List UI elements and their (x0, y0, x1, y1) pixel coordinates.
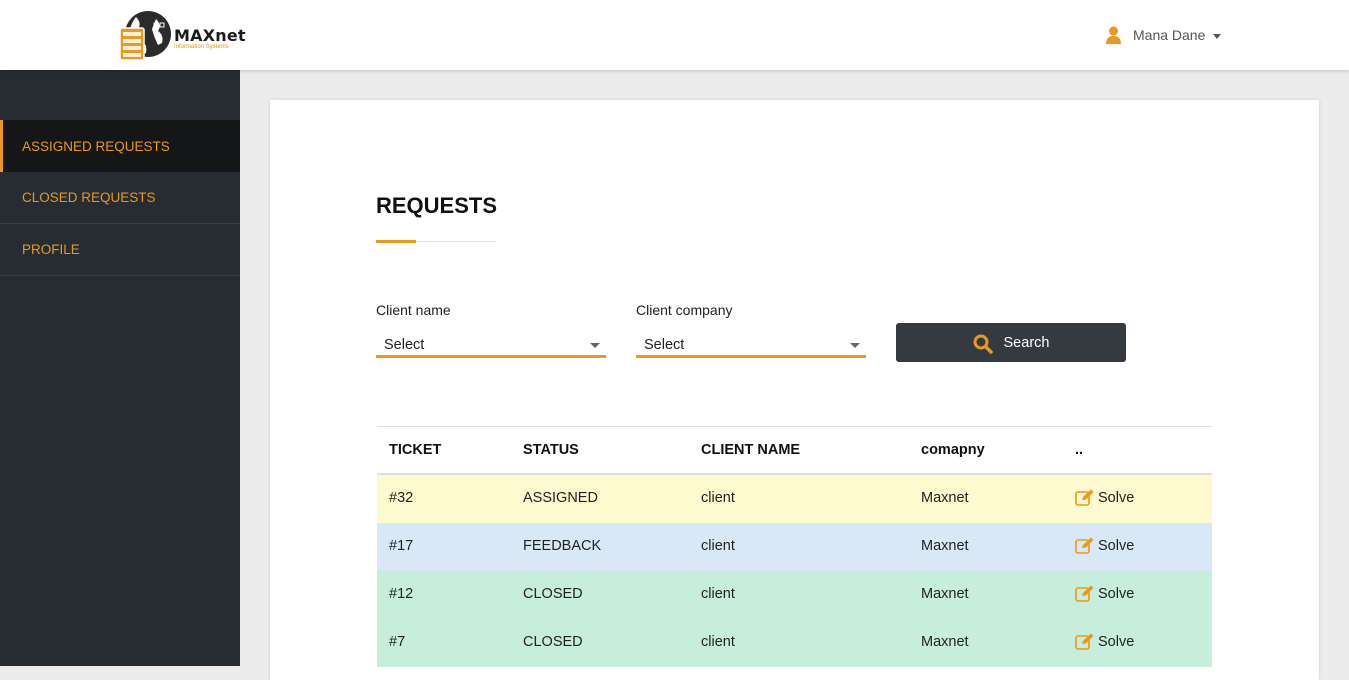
client-name-select-value: Select (384, 337, 425, 353)
edit-icon (1075, 489, 1094, 506)
user-name: Mana Dane (1133, 27, 1206, 43)
table-row: #7 CLOSED client Maxnet Solve (377, 619, 1212, 667)
column-header-ticket[interactable]: TICKET (389, 442, 441, 458)
search-button[interactable]: Search (896, 323, 1126, 362)
top-navbar: MAXnet Information Systems Mana Dane (0, 0, 1349, 70)
ticket-cell: #17 (389, 538, 414, 554)
edit-icon (1075, 633, 1094, 650)
solve-button[interactable]: Solve (1075, 633, 1134, 651)
solve-button[interactable]: Solve (1075, 537, 1134, 555)
chevron-down-icon (1213, 33, 1222, 39)
user-menu[interactable]: Mana Dane (1106, 24, 1222, 46)
requests-table: TICKET STATUS CLIENT NAME comapny .. #32… (377, 426, 1212, 667)
company-cell: Maxnet (921, 586, 969, 602)
solve-button[interactable]: Solve (1075, 585, 1134, 603)
company-cell: Maxnet (921, 490, 969, 506)
client-name-cell: client (701, 586, 735, 602)
status-cell: FEEDBACK (523, 538, 602, 554)
logo-subtext: Information Systems (174, 44, 229, 50)
company-cell: Maxnet (921, 634, 969, 650)
status-cell: ASSIGNED (523, 490, 598, 506)
company-cell: Maxnet (921, 538, 969, 554)
column-header-actions: .. (1075, 442, 1084, 458)
column-header-company[interactable]: comapny (921, 442, 985, 458)
column-header-client-name[interactable]: CLIENT NAME (701, 442, 800, 458)
client-name-cell: client (701, 538, 735, 554)
search-icon (973, 334, 993, 354)
table-row: #12 CLOSED client Maxnet Solve (377, 571, 1212, 619)
requests-card: REQUESTS Client name Select Client compa… (270, 100, 1319, 680)
page-title: REQUESTS (376, 193, 498, 218)
client-company-select-value: Select (644, 337, 685, 353)
client-company-select[interactable]: Select (636, 332, 866, 358)
maxnet-logo[interactable]: MAXnet Information Systems (118, 9, 250, 63)
sidebar-item-label: CLOSED REQUESTS (22, 190, 156, 205)
sidebar-item-assigned-requests[interactable]: ASSIGNED REQUESTS (0, 120, 240, 172)
solve-label: Solve (1098, 634, 1135, 650)
ticket-cell: #12 (389, 586, 414, 602)
logo-text: MAXnet (174, 26, 246, 45)
sidebar: ASSIGNED REQUESTS CLOSED REQUESTS PROFIL… (0, 70, 240, 666)
client-name-cell: client (701, 634, 735, 650)
table-row: #17 FEEDBACK client Maxnet Solve (377, 523, 1212, 571)
status-cell: CLOSED (523, 586, 583, 602)
user-icon (1106, 26, 1121, 44)
solve-label: Solve (1098, 586, 1135, 602)
dropdown-arrow-icon (590, 343, 600, 348)
column-header-status[interactable]: STATUS (523, 442, 579, 458)
sidebar-item-label: ASSIGNED REQUESTS (22, 138, 170, 154)
sidebar-item-profile[interactable]: PROFILE (0, 224, 240, 276)
table-row: #32 ASSIGNED client Maxnet Solve (377, 475, 1212, 523)
dropdown-arrow-icon (850, 343, 860, 348)
edit-icon (1075, 585, 1094, 602)
client-name-cell: client (701, 490, 735, 506)
sidebar-item-label: PROFILE (22, 242, 80, 257)
solve-label: Solve (1098, 490, 1135, 506)
title-divider-accent (376, 240, 416, 243)
solve-button[interactable]: Solve (1075, 489, 1134, 507)
ticket-cell: #32 (389, 490, 414, 506)
status-cell: CLOSED (523, 634, 583, 650)
ticket-cell: #7 (389, 634, 406, 650)
globe-server-logo-icon (119, 11, 171, 61)
client-name-label: Client name (376, 302, 451, 318)
search-button-label: Search (1003, 334, 1050, 351)
table-header: TICKET STATUS CLIENT NAME comapny .. (377, 426, 1212, 475)
sidebar-item-closed-requests[interactable]: CLOSED REQUESTS (0, 172, 240, 224)
client-name-select[interactable]: Select (376, 332, 606, 358)
edit-icon (1075, 537, 1094, 554)
solve-label: Solve (1098, 538, 1135, 554)
client-company-label: Client company (636, 302, 733, 318)
